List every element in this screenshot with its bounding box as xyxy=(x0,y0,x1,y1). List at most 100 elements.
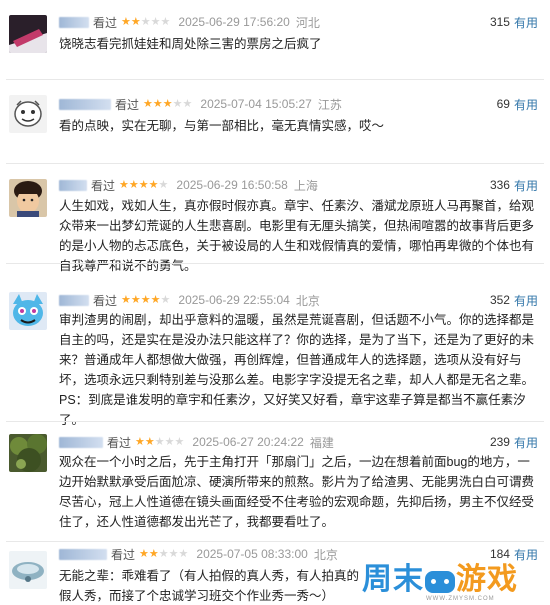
useful-button[interactable]: 有用 xyxy=(514,14,538,31)
star-icon: ★ xyxy=(178,547,189,560)
review-comment: 看的点映，实在无聊，与第一部相比，毫无真情实感，哎～ xyxy=(59,119,385,133)
watermark-text-a: 周末 xyxy=(362,562,424,597)
star-icon: ★ xyxy=(121,15,131,28)
vote-count: 69 xyxy=(496,97,510,111)
avatar[interactable] xyxy=(9,179,47,217)
vote-box: 315 有用 xyxy=(490,14,538,30)
watermark-text-b: 游戏 xyxy=(456,562,518,597)
review-item: 看过 ★ ★ ★ ★ ★ 2025-06-27 20:24:22 福建 239 有用 观… xyxy=(0,422,550,542)
rating-stars: ★ ★ ★ ★ ★ xyxy=(135,435,185,448)
review-datetime: 2025-07-04 15:05:27 xyxy=(200,97,312,111)
review-location: 上海 xyxy=(293,178,318,193)
avatar[interactable] xyxy=(9,551,47,589)
review-comment: 饶晓志看完抓娃娃和周处除三害的票房之后疯了 xyxy=(59,37,322,51)
rating-stars: ★ ★ ★ ★ ★ xyxy=(143,97,193,110)
review-meta: 看过 ★ ★ ★ ★ ★ 2025-07-05 08:33:00 北京 xyxy=(59,546,338,562)
review-item: 看过 ★ ★ ★ ★ ★ 2025-06-29 17:56:20 河北 315 有用 饶… xyxy=(0,0,550,80)
review-meta: 看过 ★ ★ ★ ★ ★ 2025-06-27 20:24:22 福建 xyxy=(59,434,334,450)
avatar[interactable] xyxy=(9,15,47,53)
username[interactable] xyxy=(59,179,87,191)
star-icon: ★ xyxy=(182,97,193,110)
star-icon: ★ xyxy=(160,293,171,306)
star-icon: ★ xyxy=(130,15,141,28)
star-icon: ★ xyxy=(148,178,159,191)
review-item: 看过 ★ ★ ★ ★ ★ 2025-06-29 16:50:58 上海 336 有用 人… xyxy=(0,164,550,273)
watermark-domain: WWW.ZMYSM.COM xyxy=(426,596,495,602)
username[interactable] xyxy=(59,16,89,28)
vote-box: 69 有用 xyxy=(497,96,538,112)
star-icon: ★ xyxy=(138,178,149,191)
star-icon: ★ xyxy=(135,435,145,448)
star-icon: ★ xyxy=(172,97,183,110)
username[interactable] xyxy=(59,548,107,560)
site-watermark-logo: 周末 游戏 WWW.ZMYSM.COM xyxy=(362,559,544,603)
star-icon: ★ xyxy=(164,435,175,448)
avatar[interactable] xyxy=(9,434,47,472)
star-icon: ★ xyxy=(140,293,151,306)
watched-label: 看过 xyxy=(93,15,118,30)
rating-stars: ★ ★ ★ ★ ★ xyxy=(119,178,169,191)
star-icon: ★ xyxy=(152,97,163,110)
username[interactable] xyxy=(59,436,103,448)
review-comment: 观众在一个小时之后，先于主角打开「那扇门」之后，一边在想着前面bug的地方，一边… xyxy=(59,455,535,529)
useful-button[interactable]: 有用 xyxy=(514,177,538,194)
star-icon: ★ xyxy=(121,293,131,306)
review-location: 北京 xyxy=(295,293,320,308)
gamepad-icon xyxy=(425,571,455,593)
watched-label: 看过 xyxy=(107,435,132,450)
vote-count: 315 xyxy=(489,15,510,29)
star-icon: ★ xyxy=(139,547,149,560)
vote-box: 352 有用 xyxy=(490,292,538,308)
review-datetime: 2025-06-29 22:55:04 xyxy=(178,293,290,307)
star-icon: ★ xyxy=(119,178,129,191)
star-icon: ★ xyxy=(143,97,153,110)
useful-button[interactable]: 有用 xyxy=(514,292,538,309)
vote-count: 336 xyxy=(489,178,510,192)
star-icon: ★ xyxy=(174,435,185,448)
useful-button[interactable]: 有用 xyxy=(514,434,538,451)
review-comment: 无能之辈：乖难看了（有人拍假的真人秀，有人拍真的假人秀，而接了个忠诚学习班交个作… xyxy=(59,569,360,603)
star-icon: ★ xyxy=(130,293,141,306)
review-location: 北京 xyxy=(313,547,338,562)
star-icon: ★ xyxy=(158,547,169,560)
avatar[interactable] xyxy=(9,292,47,330)
useful-button[interactable]: 有用 xyxy=(514,96,538,113)
divider xyxy=(6,263,544,264)
star-icon: ★ xyxy=(140,15,151,28)
rating-stars: ★ ★ ★ ★ ★ xyxy=(139,547,189,560)
rating-stars: ★ ★ ★ ★ ★ xyxy=(121,15,171,28)
watched-label: 看过 xyxy=(91,178,116,193)
review-meta: 看过 ★ ★ ★ ★ ★ 2025-06-29 16:50:58 上海 xyxy=(59,177,318,193)
username[interactable] xyxy=(59,98,111,110)
review-item: 看过 ★ ★ ★ ★ ★ 2025-06-29 22:55:04 北京 352 有用 审… xyxy=(0,280,550,427)
star-icon: ★ xyxy=(150,293,161,306)
review-meta: 看过 ★ ★ ★ ★ ★ 2025-06-29 22:55:04 北京 xyxy=(59,292,320,308)
review-item: 看过 ★ ★ ★ ★ ★ 2025-07-04 15:05:27 江苏 69 有用 看的… xyxy=(0,80,550,164)
avatar[interactable] xyxy=(9,95,47,133)
watched-label: 看过 xyxy=(93,293,118,308)
review-datetime: 2025-07-05 08:33:00 xyxy=(196,547,308,561)
star-icon: ★ xyxy=(154,435,165,448)
vote-count: 239 xyxy=(489,435,510,449)
vote-count: 352 xyxy=(489,293,510,307)
vote-box: 239 有用 xyxy=(490,434,538,450)
rating-stars: ★ ★ ★ ★ ★ xyxy=(121,293,171,306)
review-datetime: 2025-06-29 16:50:58 xyxy=(176,178,288,192)
star-icon: ★ xyxy=(148,547,159,560)
star-icon: ★ xyxy=(160,15,171,28)
review-datetime: 2025-06-27 20:24:22 xyxy=(192,435,304,449)
star-icon: ★ xyxy=(158,178,169,191)
star-icon: ★ xyxy=(162,97,173,110)
review-location: 江苏 xyxy=(317,97,342,112)
star-icon: ★ xyxy=(168,547,179,560)
vote-box: 336 有用 xyxy=(490,177,538,193)
review-location: 福建 xyxy=(309,435,334,450)
review-meta: 看过 ★ ★ ★ ★ ★ 2025-06-29 17:56:20 河北 xyxy=(59,14,320,30)
review-comment: 审判渣男的闹剧，却出乎意料的温暖，虽然是荒诞喜剧，但话题不小气。你的选择都是自主… xyxy=(59,313,535,427)
review-comment: 人生如戏，戏如人生，真亦假时假亦真。章宇、任素汐、潘斌龙原班人马再聚首，给观众带… xyxy=(59,199,535,273)
star-icon: ★ xyxy=(150,15,161,28)
watched-label: 看过 xyxy=(111,547,136,562)
star-icon: ★ xyxy=(144,435,155,448)
watched-label: 看过 xyxy=(115,97,140,112)
username[interactable] xyxy=(59,294,89,306)
